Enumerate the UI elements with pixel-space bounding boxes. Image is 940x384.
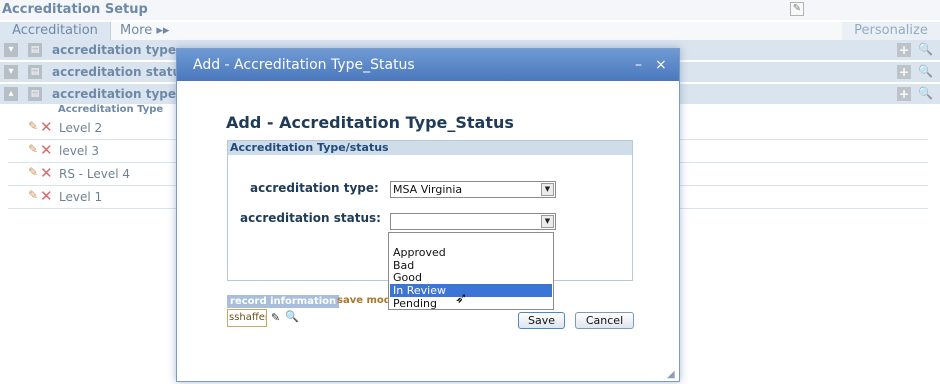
record-information-tab[interactable]: record information <box>227 295 340 308</box>
form-heading: Add - Accreditation Type_Status <box>226 113 514 132</box>
accreditation-type-select[interactable]: MSA Virginia ▼ <box>390 181 556 198</box>
cursor-icon: ➶ <box>455 289 468 307</box>
status-dropdown-list: Approved Bad Good In Review Pending <box>388 232 554 310</box>
dialog-title: Add - Accreditation Type_Status <box>193 57 415 73</box>
resize-grip-icon[interactable]: ◢ <box>667 369 675 380</box>
status-option[interactable]: Approved <box>390 246 552 259</box>
search-icon[interactable]: 🔍 <box>285 310 299 323</box>
minimize-icon[interactable]: – <box>635 49 642 81</box>
pencil-icon[interactable]: ✎ <box>271 311 280 324</box>
status-option[interactable]: Pending <box>390 297 552 310</box>
status-option-highlighted[interactable]: In Review <box>390 284 552 297</box>
accreditation-type-label: accreditation type: <box>250 181 379 195</box>
accreditation-status-label: accreditation status: <box>240 211 381 225</box>
user-field[interactable]: sshaffer <box>227 309 267 327</box>
save-button[interactable]: Save <box>518 312 565 329</box>
close-icon[interactable]: × <box>655 49 667 81</box>
chevron-down-icon[interactable]: ▼ <box>541 183 554 196</box>
form-panel-header: Accreditation Type/status <box>228 141 632 155</box>
accreditation-type-value: MSA Virginia <box>393 183 463 196</box>
status-option[interactable]: Good <box>390 271 552 284</box>
add-type-status-dialog: Add - Accreditation Type_Status – × Add … <box>176 48 680 382</box>
chevron-down-icon[interactable]: ▼ <box>541 215 554 228</box>
cancel-button[interactable]: Cancel <box>575 312 634 329</box>
dialog-header[interactable]: Add - Accreditation Type_Status <box>177 49 679 81</box>
accreditation-status-select[interactable]: ▼ <box>390 213 556 230</box>
